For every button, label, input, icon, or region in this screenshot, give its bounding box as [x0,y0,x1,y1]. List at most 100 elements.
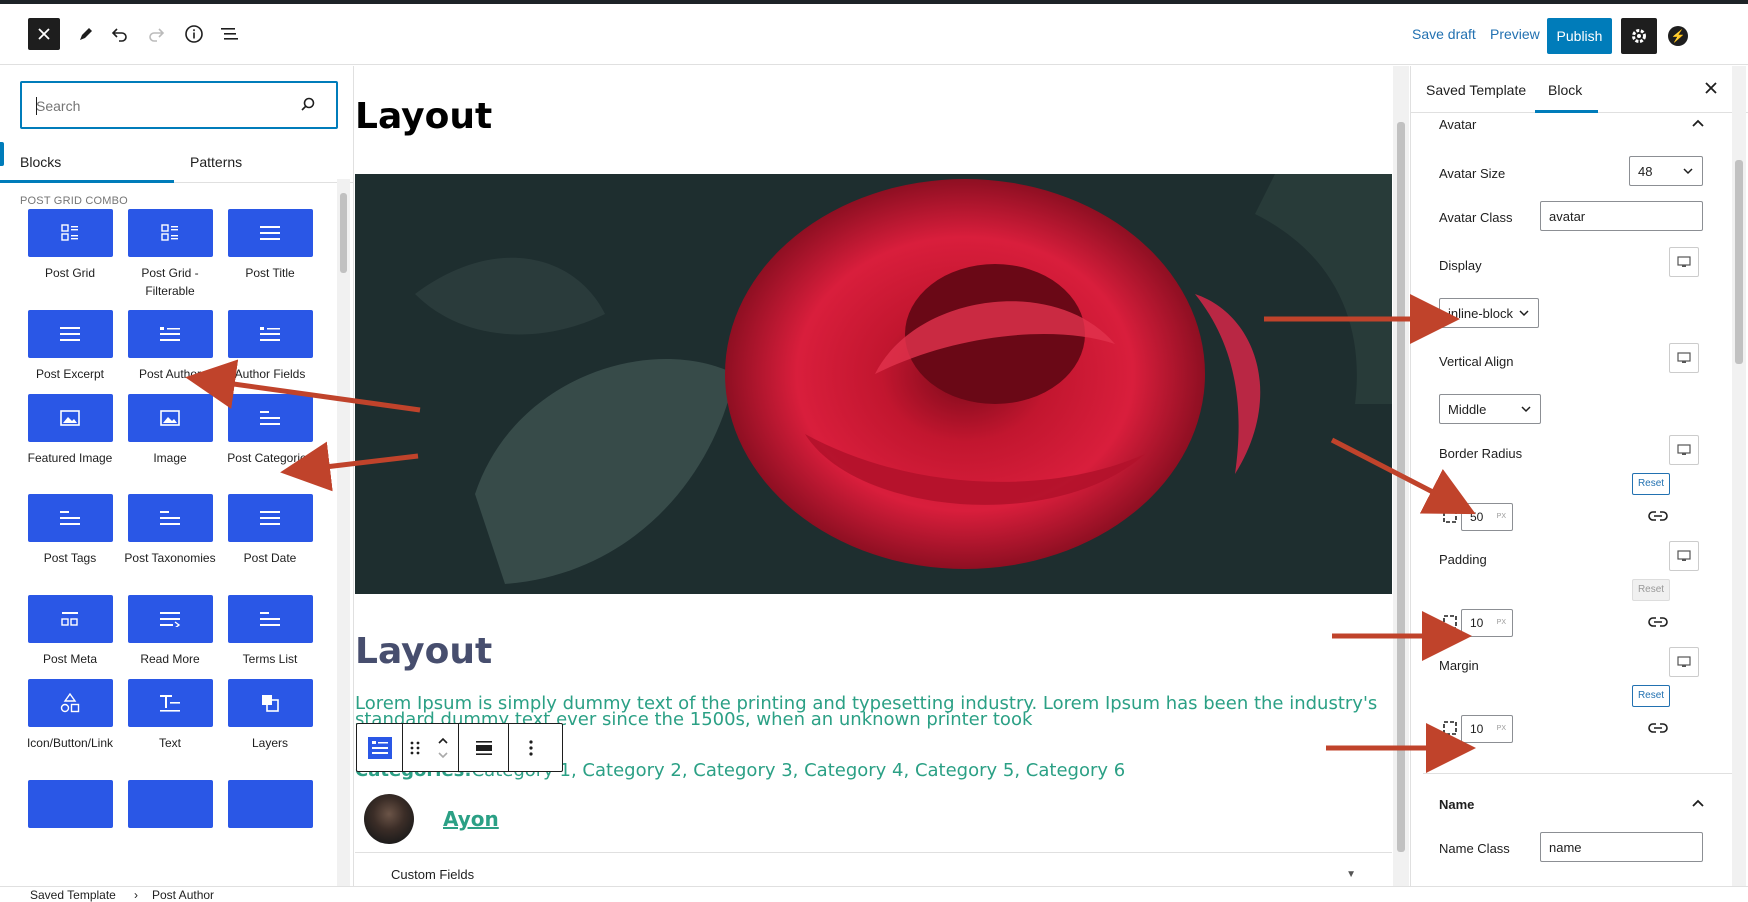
padding-sides-icon[interactable] [1442,614,1458,630]
chevron-down-icon[interactable] [437,751,449,759]
block-item-partial[interactable] [20,780,120,828]
link-sides-icon[interactable] [1648,615,1668,629]
tab-saved-template[interactable]: Saved Template [1426,82,1526,98]
more-options-button[interactable] [509,724,552,771]
chevron-up-icon[interactable] [1691,116,1705,130]
redo-button[interactable] [140,18,172,50]
block-item-post-author[interactable]: Post Author [120,310,220,383]
preview-button[interactable]: Preview [1490,26,1540,42]
inserter-scrollbar[interactable] [337,179,350,886]
block-item-text[interactable]: Text [120,679,220,752]
block-item-post-categories[interactable]: Post Categories [220,394,320,467]
responsive-device-button[interactable] [1669,435,1699,465]
categories-list[interactable]: Category 1, Category 2, Category 3, Cate… [472,760,1126,781]
page-title[interactable]: Layout [355,96,492,137]
tab-block[interactable]: Block [1548,82,1582,98]
custom-fields-panel[interactable]: Custom Fields ▼ [355,852,1392,886]
block-item-read-more[interactable]: Read More [120,595,220,668]
block-type-button[interactable] [357,724,403,771]
responsive-device-button[interactable] [1669,647,1699,677]
collapse-triangle-icon[interactable]: ▼ [1346,869,1356,880]
block-item-post-tags[interactable]: Post Tags [20,494,120,567]
margin-input[interactable]: 10 PX [1461,715,1513,743]
display-value: inline-block [1448,306,1514,321]
block-tile [127,780,213,828]
featured-image[interactable] [355,174,1392,594]
padding-input[interactable]: 10 PX [1461,609,1513,637]
block-item-featured-image[interactable]: Featured Image [20,394,120,467]
desktop-icon [1677,256,1691,267]
vertical-align-select[interactable]: Middle [1439,394,1541,424]
post-title[interactable]: Layout [355,631,492,672]
link-sides-icon[interactable] [1648,721,1668,735]
chevron-up-icon[interactable] [1691,796,1705,810]
name-class-input[interactable]: name [1540,832,1703,862]
name-panel-title[interactable]: Name [1439,797,1474,812]
margin-sides-icon[interactable] [1442,720,1458,736]
unit-label[interactable]: PX [1497,619,1506,626]
scrollbar-thumb[interactable] [1735,160,1743,364]
block-item-post-grid[interactable]: Post Grid [20,209,120,282]
block-item-terms-list[interactable]: Terms List [220,595,320,668]
block-item-post-title[interactable]: Post Title [220,209,320,282]
block-item-partial[interactable] [120,780,220,828]
close-sidebar-button[interactable] [1701,78,1721,98]
close-inserter-button[interactable] [28,18,60,50]
avatar-size-select[interactable]: 48 [1629,156,1703,186]
block-item-post-excerpt[interactable]: Post Excerpt [20,310,120,383]
plugin-logo-icon[interactable]: ⚡ [1668,26,1688,46]
chevron-up-icon[interactable] [437,737,449,745]
author-name-link[interactable]: Ayon [443,807,499,831]
border-sides-icon[interactable] [1442,508,1458,524]
align-button[interactable] [459,724,509,771]
responsive-device-button[interactable] [1669,247,1699,277]
block-tile [227,780,313,828]
avatar-panel-title[interactable]: Avatar [1439,117,1476,132]
block-item-post-meta[interactable]: Post Meta [20,595,120,668]
list-view-button[interactable] [214,18,246,50]
responsive-device-button[interactable] [1669,541,1699,571]
block-item-author-fields[interactable]: Author Fields [220,310,320,383]
block-toolbar [356,723,563,772]
block-item-label: Terms List [242,652,298,666]
padding-reset-button[interactable]: Reset [1632,579,1670,601]
publish-button[interactable]: Publish [1547,18,1612,54]
link-sides-icon[interactable] [1648,509,1668,523]
border-radius-reset-button[interactable]: Reset [1632,473,1670,495]
block-item-label: Icon/Button/Link [26,736,114,750]
block-item-post-taxonomies[interactable]: Post Taxonomies [120,494,220,567]
avatar-class-input[interactable]: avatar [1540,201,1703,231]
block-item-partial[interactable] [220,780,320,828]
block-search-input[interactable]: Search [20,81,338,129]
short-lines-icon [27,494,113,542]
tab-patterns[interactable]: Patterns [190,154,242,170]
canvas-scrollbar[interactable] [1393,66,1409,886]
scrollbar-thumb[interactable] [1397,122,1405,852]
save-draft-button[interactable]: Save draft [1412,26,1476,42]
border-radius-input[interactable]: 50 PX [1461,503,1513,531]
rose-image [355,174,1392,594]
block-item-post-grid-filterable[interactable]: Post Grid - Filterable [120,209,220,300]
display-select[interactable]: inline-block [1439,298,1539,328]
more-vertical-icon [528,739,533,756]
tab-blocks[interactable]: Blocks [20,154,61,170]
sidebar-scrollbar[interactable] [1732,110,1746,886]
move-buttons[interactable] [427,724,459,771]
details-button[interactable] [178,18,210,50]
lines-icon [227,209,313,257]
tools-button[interactable] [70,18,102,50]
scrollbar-thumb[interactable] [340,193,347,273]
block-item-layers[interactable]: Layers [220,679,320,752]
text-caret [36,97,37,115]
unit-label[interactable]: PX [1497,725,1506,732]
block-item-icon-button-link[interactable]: Icon/Button/Link [20,679,120,752]
drag-handle[interactable] [403,724,427,771]
block-item-post-date[interactable]: Post Date [220,494,320,567]
responsive-device-button[interactable] [1669,343,1699,373]
block-item-image[interactable]: Image [120,394,220,467]
unit-label[interactable]: PX [1497,513,1506,520]
settings-button[interactable] [1621,18,1657,54]
undo-button[interactable] [104,18,136,50]
author-avatar[interactable] [364,794,414,844]
margin-reset-button[interactable]: Reset [1632,685,1670,707]
